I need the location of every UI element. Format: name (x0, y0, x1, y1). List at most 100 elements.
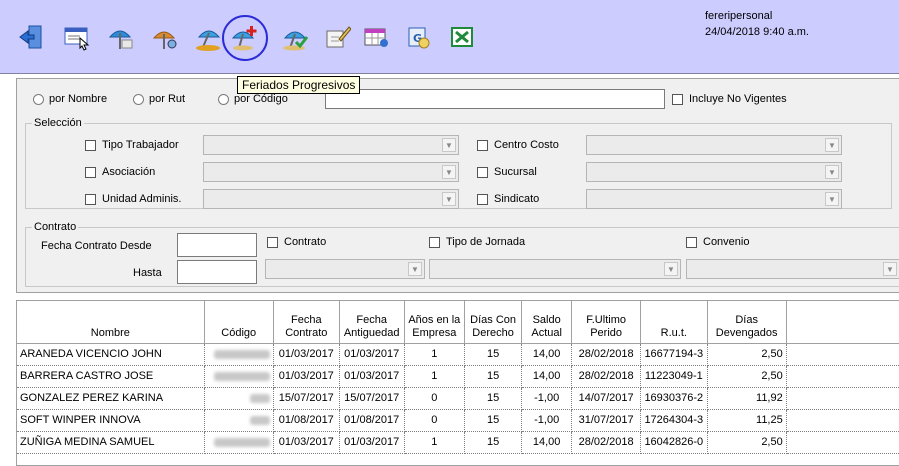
checkbox-label: Sindicato (494, 193, 540, 205)
header-dias-devengados[interactable]: Días Devengados (707, 301, 787, 344)
cell-fecha-contrato: 01/03/2017 (273, 431, 340, 454)
contrato-checkbox[interactable]: Contrato (267, 236, 326, 248)
contrato-select[interactable]: ▼ (265, 259, 425, 279)
cell-empty (786, 409, 899, 432)
header-codigo[interactable]: Código (204, 301, 274, 344)
header-empty (786, 301, 899, 344)
cell-nombre: ARANEDA VICENCIO JOHN (17, 343, 205, 366)
sindicato-checkbox[interactable]: Sindicato (477, 193, 539, 205)
cell-empty (786, 387, 899, 410)
cell-dias-devengados: 11,25 (707, 409, 787, 432)
asociacion-checkbox[interactable]: Asociación (85, 166, 155, 178)
cell-saldo: 14,00 (521, 431, 573, 454)
table-row[interactable]: ARANEDA VICENCIO JOHN 01/03/2017 01/03/2… (17, 343, 899, 366)
unidad-adminis-select[interactable]: ▼ (203, 189, 459, 209)
radio-icon (133, 93, 144, 105)
cell-rut: 16930376-2 (640, 387, 708, 410)
header-fecha-antiguedad[interactable]: Fecha Antiguedad (339, 301, 405, 344)
vacation-approve-icon[interactable] (280, 22, 310, 52)
checkbox-label: Incluye No Vigentes (689, 93, 787, 105)
cell-saldo: 14,00 (521, 343, 573, 366)
tooltip: Feriados Progresivos (237, 76, 361, 94)
header-dias-con-derecho[interactable]: Días Con Derecho (464, 301, 523, 344)
checkbox-label: Unidad Adminis. (102, 193, 182, 205)
cell-nombre: BARRERA CASTRO JOSE (17, 365, 205, 388)
sucursal-checkbox[interactable]: Sucursal (477, 166, 537, 178)
search-input[interactable] (325, 89, 665, 109)
checkbox-label: Centro Costo (494, 139, 559, 151)
report-table-icon[interactable] (361, 22, 391, 52)
table-row[interactable]: ZUÑIGA MEDINA SAMUEL 01/03/2017 01/03/20… (17, 431, 899, 454)
checkbox-label: Tipo de Jornada (446, 236, 526, 248)
word-export-icon[interactable]: G (403, 22, 433, 52)
convenio-checkbox[interactable]: Convenio (686, 236, 749, 248)
tipo-jornada-select[interactable]: ▼ (429, 259, 681, 279)
hasta-label: Hasta (133, 267, 162, 279)
vacation-list-icon[interactable] (105, 22, 135, 52)
unidad-adminis-checkbox[interactable]: Unidad Adminis. (85, 193, 182, 205)
current-datetime: 24/04/2018 9:40 a.m. (705, 26, 809, 38)
user-info: fereripersonal 24/04/2018 9:40 a.m. (705, 8, 809, 40)
cell-dias-devengados: 2,50 (707, 343, 787, 366)
cell-fecha-contrato: 01/08/2017 (273, 409, 340, 432)
table-row[interactable]: SOFT WINPER INNOVA 01/08/2017 01/08/2017… (17, 409, 899, 432)
asociacion-select[interactable]: ▼ (203, 162, 459, 182)
cell-f-ultimo: 31/07/2017 (571, 409, 642, 432)
highlight-circle (222, 15, 268, 61)
checkbox-icon (477, 193, 488, 205)
cell-fecha-antiguedad: 01/08/2017 (339, 409, 405, 432)
edit-document-icon[interactable] (322, 22, 352, 52)
header-saldo-actual[interactable]: Saldo Actual (521, 301, 573, 344)
tipo-trabajador-select[interactable]: ▼ (203, 135, 459, 155)
radio-por-rut[interactable]: por Rut (133, 93, 185, 105)
radio-icon (218, 93, 229, 105)
checkbox-icon (267, 236, 278, 248)
cell-codigo-redacted (204, 365, 274, 388)
chevron-down-icon: ▼ (442, 192, 456, 206)
radio-por-codigo[interactable]: por Código (218, 93, 288, 105)
centro-costo-select[interactable]: ▼ (586, 135, 842, 155)
tipo-trabajador-checkbox[interactable]: Tipo Trabajador (85, 139, 179, 151)
cell-dias-devengados: 11,92 (707, 387, 787, 410)
radio-por-nombre[interactable]: por Nombre (33, 93, 107, 105)
excel-export-icon[interactable] (447, 22, 477, 52)
tipo-jornada-checkbox[interactable]: Tipo de Jornada (429, 236, 525, 248)
header-rut[interactable]: R.u.t. (640, 301, 708, 344)
table-row[interactable]: BARRERA CASTRO JOSE 01/03/2017 01/03/201… (17, 365, 899, 388)
header-nombre[interactable]: Nombre (17, 301, 205, 344)
header-f-ultimo-perido[interactable]: F.Ultimo Perido (571, 301, 642, 344)
vacation-beach-icon[interactable] (193, 22, 223, 52)
cell-codigo-redacted (204, 343, 274, 366)
cell-dias-con-derecho: 15 (464, 409, 523, 432)
cell-anios: 0 (404, 409, 466, 432)
fecha-contrato-desde-input[interactable] (177, 233, 257, 257)
cell-dias-devengados: 2,50 (707, 365, 787, 388)
employee-grid: Nombre Código Fecha Contrato Fecha Antigue… (16, 300, 899, 466)
table-row[interactable]: GONZALEZ PEREZ KARINA 15/07/2017 15/07/2… (17, 387, 899, 410)
checkbox-label: Contrato (284, 236, 327, 248)
chevron-down-icon: ▼ (442, 165, 456, 179)
vacation-settings-icon[interactable] (150, 22, 180, 52)
convenio-select[interactable]: ▼ (686, 259, 899, 279)
cell-f-ultimo: 28/02/2018 (571, 365, 642, 388)
header-anios-empresa[interactable]: Años en la Empresa (404, 301, 466, 344)
cell-fecha-contrato: 01/03/2017 (273, 365, 340, 388)
exit-door-icon[interactable] (16, 22, 46, 52)
cell-empty (786, 365, 899, 388)
cell-fecha-antiguedad: 01/03/2017 (339, 431, 405, 454)
centro-costo-checkbox[interactable]: Centro Costo (477, 139, 559, 151)
cell-codigo-redacted (204, 431, 274, 454)
window-select-icon[interactable] (62, 22, 92, 52)
sindicato-select[interactable]: ▼ (586, 189, 842, 209)
chevron-down-icon: ▼ (825, 192, 839, 206)
fecha-contrato-hasta-input[interactable] (177, 260, 257, 284)
radio-icon (33, 93, 44, 105)
checkbox-icon (85, 139, 96, 151)
sucursal-select[interactable]: ▼ (586, 162, 842, 182)
radio-label: por Nombre (49, 93, 108, 105)
radio-label: por Rut (149, 93, 186, 105)
cell-fecha-antiguedad: 15/07/2017 (339, 387, 405, 410)
header-fecha-contrato[interactable]: Fecha Contrato (273, 301, 340, 344)
cell-dias-con-derecho: 15 (464, 365, 523, 388)
incluye-no-vigentes-checkbox[interactable]: Incluye No Vigentes (672, 93, 787, 105)
